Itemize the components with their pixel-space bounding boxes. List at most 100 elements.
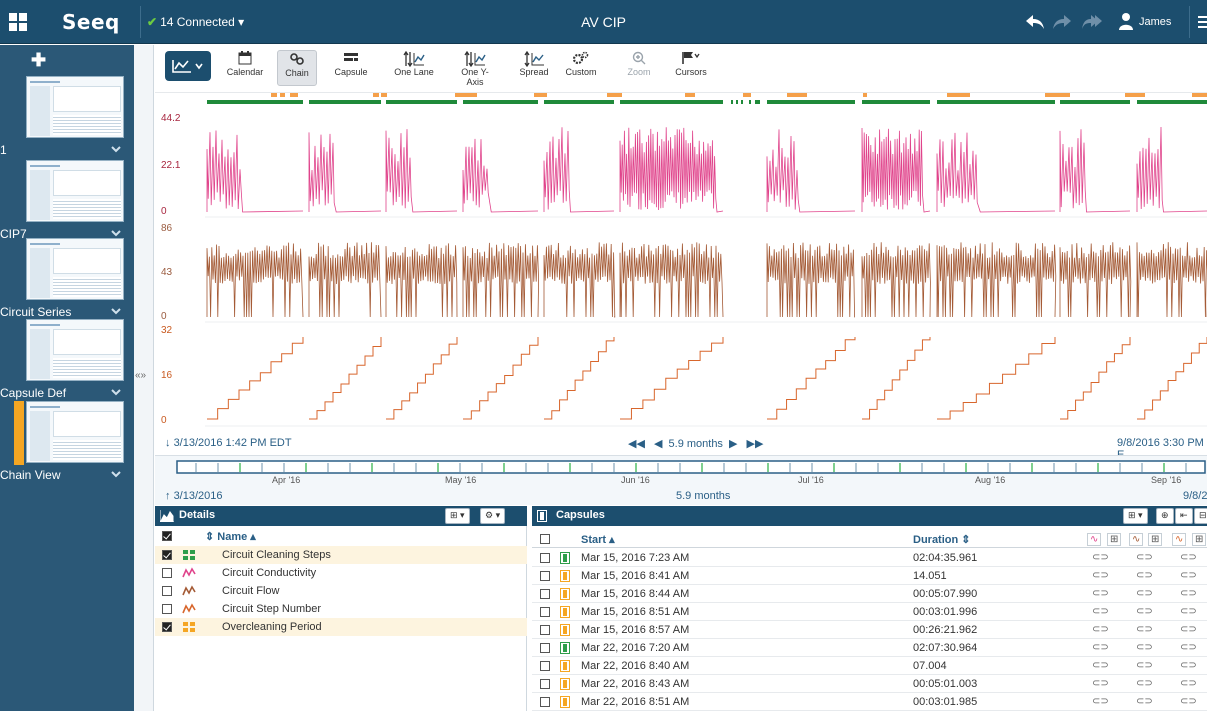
view-selector-button[interactable]: [165, 51, 211, 81]
columns-icon[interactable]: ⊞: [1192, 533, 1207, 546]
capsule-bar-orange[interactable]: [373, 93, 379, 97]
investigate-range-selector[interactable]: [176, 460, 1206, 474]
capsule-bar-green[interactable]: [749, 100, 751, 104]
capsule-bar-green[interactable]: [1137, 100, 1207, 104]
capsule-bar-green[interactable]: [755, 100, 760, 104]
capsule-checkbox[interactable]: [540, 679, 550, 689]
display-start-time[interactable]: ↓ 3/13/2016 1:42 PM EDT: [165, 437, 292, 449]
name-column-header[interactable]: ⇕ Name ▴: [205, 530, 256, 543]
eye-icon[interactable]: ⊂⊃: [1092, 624, 1109, 635]
eye-icon[interactable]: ⊂⊃: [1136, 606, 1153, 617]
capsule-row[interactable]: Mar 15, 2016 7:23 AM 02:04:35.961 ⊂⊃ ⊂⊃ ⊂⊃: [532, 549, 1207, 567]
signal-trace-circuit-conductivity[interactable]: [205, 113, 1207, 218]
eye-icon[interactable]: ⊂⊃: [1180, 570, 1197, 581]
capsule-bar-green[interactable]: [767, 100, 855, 104]
redo-icon[interactable]: [1051, 12, 1073, 32]
capsule-row[interactable]: Mar 22, 2016 8:51 AM 00:03:01.985 ⊂⊃ ⊂⊃ ⊂⊃: [532, 693, 1207, 711]
start-column-header[interactable]: Start ▴: [581, 533, 615, 546]
capsule-row[interactable]: Mar 22, 2016 8:43 AM 00:05:01.003 ⊂⊃ ⊂⊃ ⊂⊃: [532, 675, 1207, 693]
eye-icon[interactable]: ⊂⊃: [1180, 678, 1197, 689]
capsule-row[interactable]: Mar 15, 2016 8:51 AM 00:03:01.996 ⊂⊃ ⊂⊃ ⊂⊃: [532, 603, 1207, 621]
step-back-far-icon[interactable]: ◀◀: [628, 438, 645, 450]
worksheet-label[interactable]: Chain View: [0, 467, 134, 483]
custom-button[interactable]: Custom: [563, 50, 599, 86]
redo-all-icon[interactable]: [1080, 12, 1102, 32]
investigate-duration[interactable]: 5.9 months: [676, 490, 730, 502]
capsule-bar-orange[interactable]: [271, 93, 277, 97]
one-lane-button[interactable]: One Lane: [393, 50, 435, 86]
signal-icon[interactable]: ∿: [1172, 533, 1187, 546]
one-y-axis-button[interactable]: One Y-Axis: [455, 50, 495, 87]
capsule-bar-orange[interactable]: [1125, 93, 1145, 97]
investigate-end[interactable]: 9/8/2: [1183, 490, 1207, 502]
columns-icon[interactable]: ⊞: [1107, 533, 1122, 546]
capsule-checkbox[interactable]: [540, 607, 550, 617]
signal-line[interactable]: [207, 337, 1207, 420]
capsule-row[interactable]: Mar 15, 2016 8:41 AM 14.051 ⊂⊃ ⊂⊃ ⊂⊃: [532, 567, 1207, 585]
capsule-bar-orange[interactable]: [290, 93, 298, 97]
capsule-button[interactable]: Capsule: [330, 50, 372, 86]
item-checkbox[interactable]: [162, 586, 172, 596]
capsule-bar-orange[interactable]: [607, 93, 622, 97]
worksheet-3[interactable]: Circuit Series: [0, 238, 134, 319]
capsule-span-icon[interactable]: ⇤: [1175, 508, 1193, 524]
capsule-bar-green[interactable]: [1060, 100, 1130, 104]
eye-icon[interactable]: ⊂⊃: [1180, 624, 1197, 635]
step-forward-icon[interactable]: ▶: [729, 438, 737, 450]
details-item[interactable]: Circuit Cleaning Steps: [155, 546, 527, 564]
sidebar-collapse-handle[interactable]: «»: [134, 45, 154, 711]
eye-icon[interactable]: ⊂⊃: [1092, 660, 1109, 671]
capsule-bar-orange[interactable]: [787, 93, 807, 97]
details-item[interactable]: Circuit Step Number: [155, 600, 527, 618]
capsule-columns-dropdown[interactable]: ⊞ ▾: [1123, 508, 1148, 524]
capsule-bar-orange[interactable]: [455, 93, 477, 97]
investigate-start[interactable]: ↑ 3/13/2016: [165, 490, 223, 502]
capsule-bar-green[interactable]: [207, 100, 303, 104]
details-item[interactable]: Circuit Conductivity: [155, 564, 527, 582]
details-item[interactable]: Overcleaning Period: [155, 618, 527, 636]
spread-button[interactable]: Spread: [514, 50, 554, 86]
menu-icon[interactable]: [1197, 15, 1207, 29]
capsule-collapse-icon[interactable]: ⊟: [1194, 508, 1207, 524]
chevron-down-icon[interactable]: [110, 142, 122, 156]
worksheet-thumbnail[interactable]: [26, 76, 124, 138]
eye-icon[interactable]: ⊂⊃: [1136, 642, 1153, 653]
item-checkbox[interactable]: [162, 622, 172, 632]
capsule-checkbox[interactable]: [540, 697, 550, 707]
capsules-select-all-checkbox[interactable]: [540, 534, 550, 544]
capsule-bar-orange[interactable]: [381, 93, 387, 97]
signal-trace-circuit-step-number[interactable]: [205, 325, 1207, 427]
worksheet-label[interactable]: Capsule Def: [0, 385, 134, 401]
connection-status[interactable]: ✔ 14 Connected ▾: [147, 15, 244, 29]
eye-icon[interactable]: ⊂⊃: [1136, 624, 1153, 635]
capsule-checkbox[interactable]: [540, 625, 550, 635]
seeq-logo[interactable]: Seeq: [62, 10, 120, 34]
user-name[interactable]: James: [1139, 16, 1171, 28]
eye-icon[interactable]: ⊂⊃: [1092, 642, 1109, 653]
capsule-bar-orange[interactable]: [685, 93, 695, 97]
select-all-checkbox[interactable]: [162, 531, 172, 541]
capsule-bar-green[interactable]: [386, 100, 457, 104]
zoom-capsule-icon[interactable]: ⊕: [1156, 508, 1174, 524]
app-grid-icon[interactable]: [8, 12, 28, 32]
eye-icon[interactable]: ⊂⊃: [1092, 606, 1109, 617]
worksheet-4[interactable]: Capsule Def: [0, 319, 134, 400]
signal-icon[interactable]: ∿: [1129, 533, 1144, 546]
signal-icon[interactable]: ∿: [1087, 533, 1102, 546]
eye-icon[interactable]: ⊂⊃: [1136, 588, 1153, 599]
capsule-bar-green[interactable]: [463, 100, 538, 104]
eye-icon[interactable]: ⊂⊃: [1180, 588, 1197, 599]
capsule-row[interactable]: Mar 15, 2016 8:57 AM 00:26:21.962 ⊂⊃ ⊂⊃ ⊂⊃: [532, 621, 1207, 639]
capsule-bar-green[interactable]: [731, 100, 733, 104]
trend-area[interactable]: 44.2 22.1 0 86 43 0 32 16 0: [155, 93, 1207, 455]
collapse-chevrons-icon[interactable]: «»: [135, 370, 146, 381]
cursors-button[interactable]: Cursors: [671, 50, 711, 86]
trend-lane-1[interactable]: 44.2 22.1 0: [155, 113, 1207, 218]
add-worksheet-icon[interactable]: ✚: [31, 50, 46, 71]
capsule-bar-green[interactable]: [741, 100, 743, 104]
item-checkbox[interactable]: [162, 550, 172, 560]
capsule-bar-green[interactable]: [620, 100, 723, 104]
user-icon[interactable]: [1118, 12, 1134, 30]
eye-icon[interactable]: ⊂⊃: [1136, 696, 1153, 707]
capsule-bar-orange[interactable]: [1192, 93, 1207, 97]
